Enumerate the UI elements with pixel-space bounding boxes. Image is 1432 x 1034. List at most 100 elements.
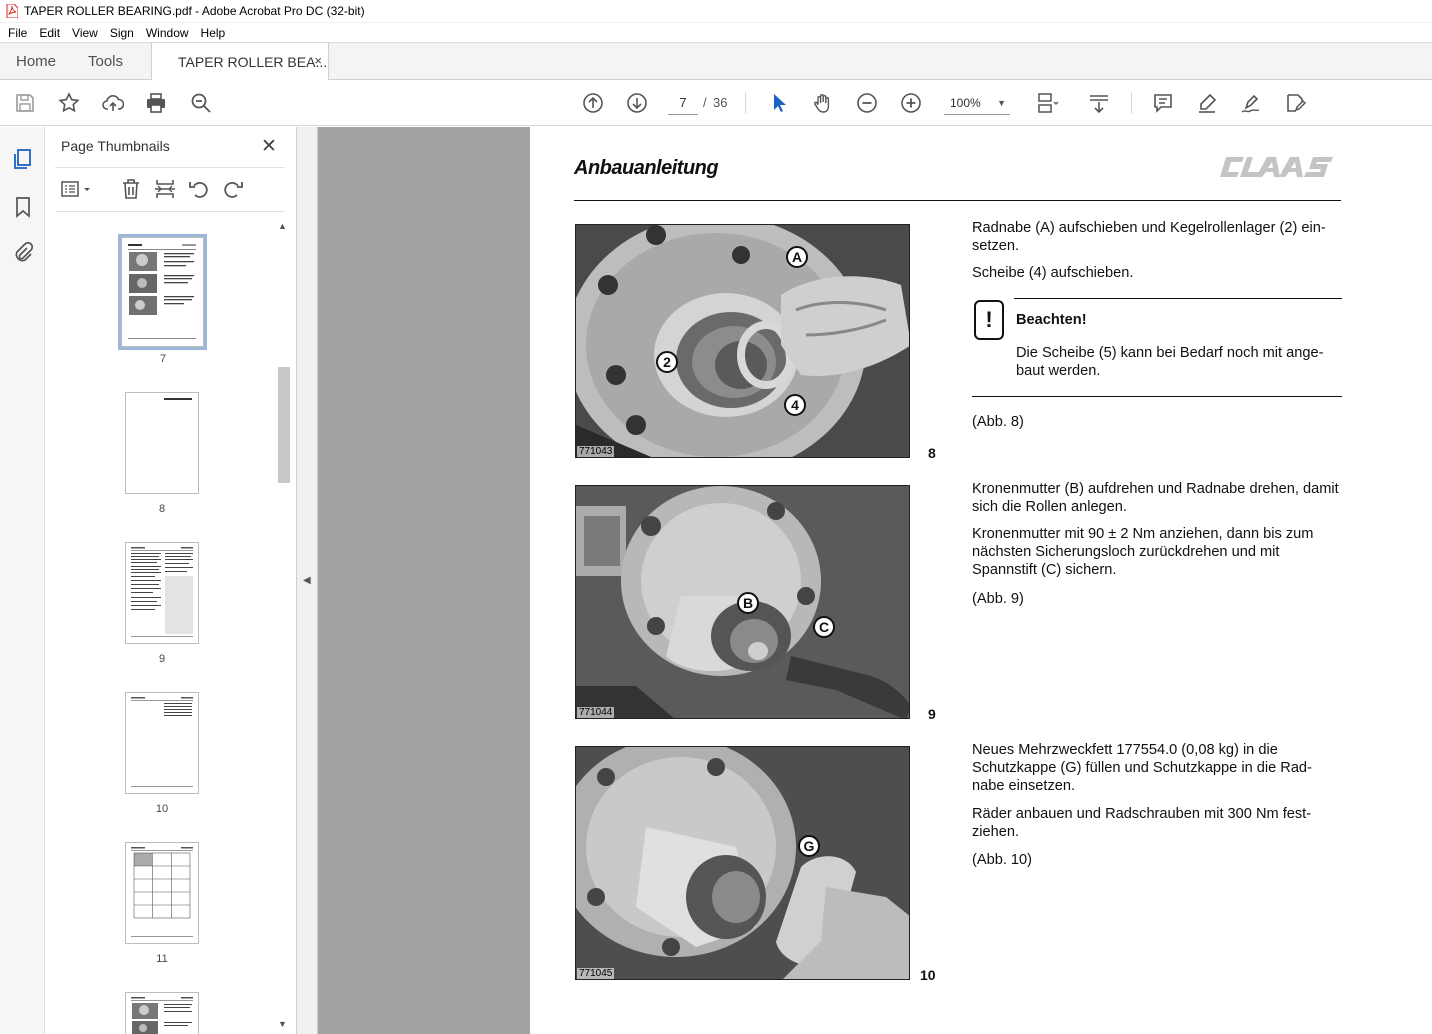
menu-sign[interactable]: Sign — [106, 26, 142, 40]
delete-page-icon[interactable] — [119, 177, 143, 201]
scrollbar-thumb[interactable] — [278, 367, 290, 483]
tab-home[interactable]: Home — [16, 43, 56, 80]
scroll-mode-icon[interactable] — [1087, 91, 1111, 115]
select-cursor-icon[interactable] — [767, 91, 791, 115]
scroll-down-icon[interactable]: ▼ — [278, 1019, 287, 1029]
tab-document[interactable]: TAPER ROLLER BEA... × — [151, 43, 329, 80]
zoom-search-icon[interactable] — [189, 91, 213, 115]
highlight-pen-icon[interactable] — [1195, 91, 1219, 115]
panel-splitter[interactable]: ◀ — [297, 127, 318, 1034]
page-separator: / — [703, 95, 707, 110]
zoom-level-value: 100% — [950, 96, 981, 110]
thumbnail-label: 11 — [156, 953, 168, 965]
tab-tools[interactable]: Tools — [88, 43, 123, 80]
fill-sign-icon[interactable] — [1283, 91, 1307, 115]
thumbnail-page-11[interactable] — [125, 842, 199, 944]
instruction-text: Scheibe (4) aufschieben. — [972, 265, 1134, 281]
thumbnail-page-8[interactable] — [125, 392, 199, 494]
bookmark-star-icon[interactable] — [57, 91, 81, 115]
toolbar-divider — [1131, 92, 1132, 114]
panel-title: Page Thumbnails — [61, 138, 170, 154]
panel-divider — [55, 211, 285, 212]
note-title: Beachten! — [1016, 312, 1087, 328]
note-text: Die Scheibe (5) kann bei Bedarf noch mit… — [1016, 345, 1324, 379]
instruction-text: Kronenmutter mit 90 ± 2 Nm anziehen, dan… — [972, 526, 1314, 578]
figure-8-photo: A 2 4 771043 — [575, 224, 910, 458]
next-page-icon[interactable] — [625, 91, 649, 115]
panel-divider — [55, 167, 285, 168]
acrobat-app-icon — [6, 4, 18, 18]
instruction-text: Neues Mehrzweckfett 177554.0 (0,08 kg) i… — [972, 742, 1312, 794]
print-icon[interactable] — [144, 91, 168, 115]
pdf-page: Anbauanleitung A 2 4 771043 8 B C 771044… — [530, 127, 1432, 1034]
sign-pen-icon[interactable] — [1239, 91, 1263, 115]
thumbnails-panel: Page Thumbnails ✕ 7 8 9 10 11 ▲ ▼ — [45, 127, 297, 1034]
comment-icon[interactable] — [1151, 91, 1175, 115]
close-tab-icon[interactable]: × — [314, 53, 322, 68]
tab-document-label: TAPER ROLLER BEA... — [178, 53, 328, 70]
menu-help[interactable]: Help — [197, 26, 234, 40]
toolbar-divider — [745, 92, 746, 114]
previous-page-icon[interactable] — [581, 91, 605, 115]
thumbnail-page-7[interactable] — [118, 234, 207, 350]
thumbnail-label: 9 — [158, 653, 166, 665]
page-number-input[interactable]: 7 — [668, 91, 698, 115]
thumbnail-page-9[interactable] — [125, 542, 199, 644]
photo-id: 771044 — [577, 707, 615, 718]
instruction-text: Kronenmutter (B) aufdrehen und Radnabe d… — [972, 481, 1339, 515]
photo-id: 771043 — [577, 446, 615, 457]
thumbnail-page-7-preview — [128, 244, 196, 339]
toolbar: 7 / 36 100% ▼ — [0, 80, 1432, 126]
cloud-upload-icon[interactable] — [101, 91, 125, 115]
zoom-out-icon[interactable] — [855, 91, 879, 115]
instruction-text: Radnabe (A) aufschieben und Kegelrollenl… — [972, 220, 1326, 254]
warning-exclamation-icon: ! — [974, 300, 1004, 340]
callout-a: A — [786, 246, 808, 268]
thumbnail-page-9-preview — [131, 547, 193, 637]
menu-view[interactable]: View — [68, 26, 106, 40]
attachments-icon[interactable] — [11, 241, 35, 265]
page-display-icon[interactable] — [1036, 91, 1060, 115]
rotate-right-icon[interactable] — [221, 177, 245, 201]
navigation-rail — [0, 127, 45, 1034]
figure-number: 9 — [928, 706, 936, 722]
thumbnail-options-icon[interactable] — [59, 177, 93, 201]
callout-g: G — [798, 835, 820, 857]
thumbnail-page-12[interactable] — [125, 992, 199, 1034]
page-heading: Anbauanleitung — [574, 157, 719, 179]
figure-number: 10 — [920, 967, 936, 983]
thumbnail-page-12-preview — [131, 997, 193, 1034]
figure-reference: (Abb. 10) — [972, 852, 1033, 868]
thumbnail-page-10[interactable] — [125, 692, 199, 794]
bookmarks-icon[interactable] — [11, 195, 35, 219]
heading-rule — [574, 200, 1341, 201]
rotate-left-icon[interactable] — [187, 177, 211, 201]
page-thumbnails-icon[interactable] — [11, 147, 35, 171]
thumbnail-page-8-preview — [164, 398, 192, 400]
thumbnail-scrollbar[interactable]: ▲ ▼ — [276, 219, 290, 1034]
callout-2: 2 — [656, 351, 678, 373]
figure-9-photo: B C 771044 — [575, 485, 910, 719]
note-top-rule — [1014, 298, 1342, 299]
close-panel-icon[interactable]: ✕ — [261, 135, 277, 158]
callout-c: C — [813, 616, 835, 638]
zoom-level-select[interactable]: 100% ▼ — [944, 91, 1010, 115]
menu-file[interactable]: File — [4, 26, 35, 40]
figure-number: 8 — [928, 445, 936, 461]
zoom-in-icon[interactable] — [899, 91, 923, 115]
menu-window[interactable]: Window — [142, 26, 197, 40]
hand-tool-icon[interactable] — [811, 91, 835, 115]
document-canvas: Anbauanleitung A 2 4 771043 8 B C 771044… — [318, 127, 1432, 1034]
figure-reference: (Abb. 8) — [972, 414, 1024, 430]
save-icon[interactable] — [13, 91, 37, 115]
figure-reference: (Abb. 9) — [972, 591, 1024, 607]
collapse-panel-icon[interactable]: ◀ — [303, 575, 311, 586]
extract-pages-icon[interactable] — [153, 177, 177, 201]
instruction-text: Räder anbauen und Radschrauben mit 300 N… — [972, 806, 1312, 840]
protective-cap-image — [576, 747, 909, 979]
callout-b: B — [737, 592, 759, 614]
thumbnail-page-11-preview — [131, 847, 193, 937]
menu-bar: File Edit View Sign Window Help — [0, 23, 1432, 43]
scroll-up-icon[interactable]: ▲ — [278, 221, 287, 231]
menu-edit[interactable]: Edit — [35, 26, 68, 40]
